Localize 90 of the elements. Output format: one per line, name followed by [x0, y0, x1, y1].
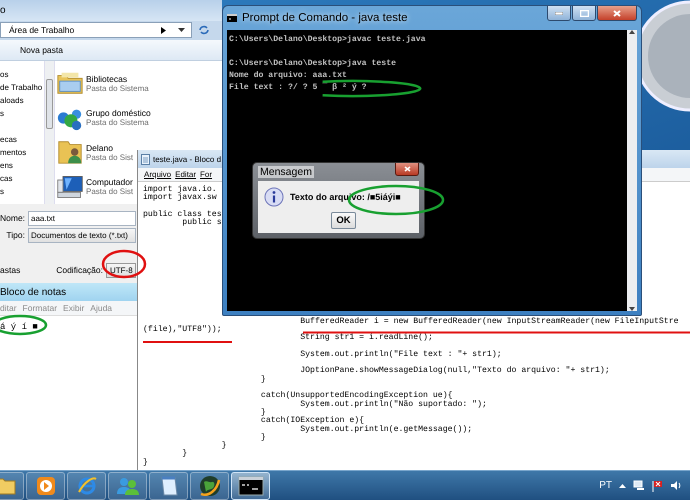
globe-icon [198, 474, 222, 498]
show-hidden-icons-icon[interactable] [619, 484, 626, 488]
notepad-icon [158, 474, 178, 496]
nav-item[interactable]: s [0, 185, 4, 198]
browser-icon [76, 474, 98, 496]
code-line: System.out.println(e.getMessage()); [300, 426, 472, 434]
window-title: Bloco de notas [0, 286, 66, 298]
language-indicator[interactable]: PT [599, 480, 612, 491]
close-icon [613, 10, 621, 16]
maximize-icon [580, 10, 588, 16]
close-button[interactable] [597, 6, 637, 21]
chevron-icon [161, 26, 166, 34]
nav-item[interactable]: ens [0, 159, 13, 172]
code-line: } [222, 442, 227, 450]
speaker-icon[interactable] [670, 480, 682, 491]
code-line: import java.io. [143, 186, 217, 194]
terminal-icon [238, 476, 264, 496]
minimize-icon [555, 12, 563, 14]
nav-item[interactable]: ecas [0, 133, 17, 146]
editor-text: á ý í ■ [0, 322, 38, 332]
folder-type: Pasta do Sist [86, 187, 134, 196]
file-type-dropdown[interactable]: Documentos de texto (*.txt) [28, 228, 136, 242]
code-line: } [260, 408, 266, 417]
ok-button[interactable]: OK [331, 212, 356, 229]
code-line: File text : ?/ ? 5 ¯ β ² ý ? [229, 82, 367, 94]
code-line: catch(IOException e){ [260, 417, 364, 426]
folder-type: Pasta do Sistema [86, 84, 149, 93]
close-button[interactable] [395, 163, 419, 176]
info-icon [264, 187, 284, 207]
people-icon [116, 476, 140, 496]
nav-item[interactable]: aloads [0, 94, 24, 107]
terminal-icon [227, 14, 237, 22]
dialog-title: o [0, 4, 6, 16]
code-line: } [260, 376, 266, 384]
field-label: Codificação: [56, 265, 103, 275]
code-line: } [143, 458, 148, 467]
play-icon [36, 476, 56, 496]
code-line: C:\Users\Delano\Desktop>java teste [229, 58, 396, 70]
menu-item[interactable]: Editar [175, 170, 196, 179]
code-line: catch(UnsupportedEncodingException ue){ [260, 392, 453, 400]
new-folder-button[interactable]: Nova pasta [20, 45, 63, 55]
nav-item[interactable]: de Trabalho [0, 81, 42, 94]
code-line: public class tes [143, 210, 222, 219]
code-line: } [182, 450, 188, 459]
maximize-button[interactable] [572, 6, 596, 21]
code-line: } [260, 434, 266, 442]
code-line: System.out.println("Não suportado: "); [300, 400, 487, 409]
minimize-button[interactable] [547, 6, 571, 21]
code-line: JOptionPane.showMessageDialog(null,"Texto do arquivo: "+ str1); [300, 367, 610, 376]
scroll-up-icon[interactable] [629, 30, 635, 34]
folder-name[interactable]: Grupo doméstico [86, 108, 151, 118]
network-icon[interactable] [633, 480, 645, 491]
close-icon [404, 166, 410, 172]
dialog-title: Mensagem [258, 166, 314, 178]
window-title: teste.java - Bloco d [153, 154, 222, 164]
field-label: Nome: [0, 213, 26, 223]
code-line: String str1 = i.readLine(); [300, 334, 433, 343]
folder-type: Pasta do Sistema [86, 118, 150, 128]
code-line: BufferedReader i = new BufferedReader(new InputStreamReader(new FileInputStre [300, 318, 679, 326]
folder-name[interactable]: Bibliotecas [86, 74, 149, 84]
code-line: System.out.println("File text : "+ str1); [300, 350, 502, 360]
nav-item[interactable]: mentos [0, 146, 26, 159]
scroll-down-icon[interactable] [629, 307, 635, 311]
hide-folders-button[interactable]: astas [0, 265, 56, 275]
field-label: Tipo: [5, 230, 26, 240]
menu-item[interactable]: Arquivo [144, 170, 172, 179]
highlight-ellipse [102, 250, 146, 278]
file-name-field[interactable]: aaa.txt [28, 210, 136, 226]
nav-item[interactable]: s [0, 107, 4, 120]
dropdown-icon[interactable] [178, 28, 185, 32]
refresh-icon[interactable] [198, 25, 210, 36]
code-line: Nome do arquivo: aaa.txt [229, 70, 347, 82]
nav-item[interactable]: os [0, 68, 8, 81]
folder-icon [0, 476, 16, 496]
notepad-icon [141, 154, 150, 164]
menu-item[interactable]: For [200, 170, 212, 179]
code-line: import javax.sw [143, 194, 217, 203]
flag-icon[interactable] [652, 480, 663, 492]
folder-name[interactable]: Delano [86, 142, 134, 153]
taskbar-button[interactable] [231, 472, 270, 500]
folder-name[interactable]: Computador [86, 177, 134, 188]
nav-item[interactable]: cas [0, 172, 12, 185]
code-line: public s [182, 219, 222, 228]
code-line: (file),"UTF8")); [143, 326, 222, 334]
folder-type: Pasta do Sist [86, 152, 134, 162]
scrollbar[interactable] [627, 30, 637, 311]
scrollbar[interactable] [44, 61, 55, 204]
window-title: Prompt de Comando - java teste [242, 12, 409, 24]
code-line: C:\Users\Delano\Desktop>javac teste.java [229, 34, 426, 46]
address-bar[interactable]: Área de Trabalho [0, 22, 192, 38]
